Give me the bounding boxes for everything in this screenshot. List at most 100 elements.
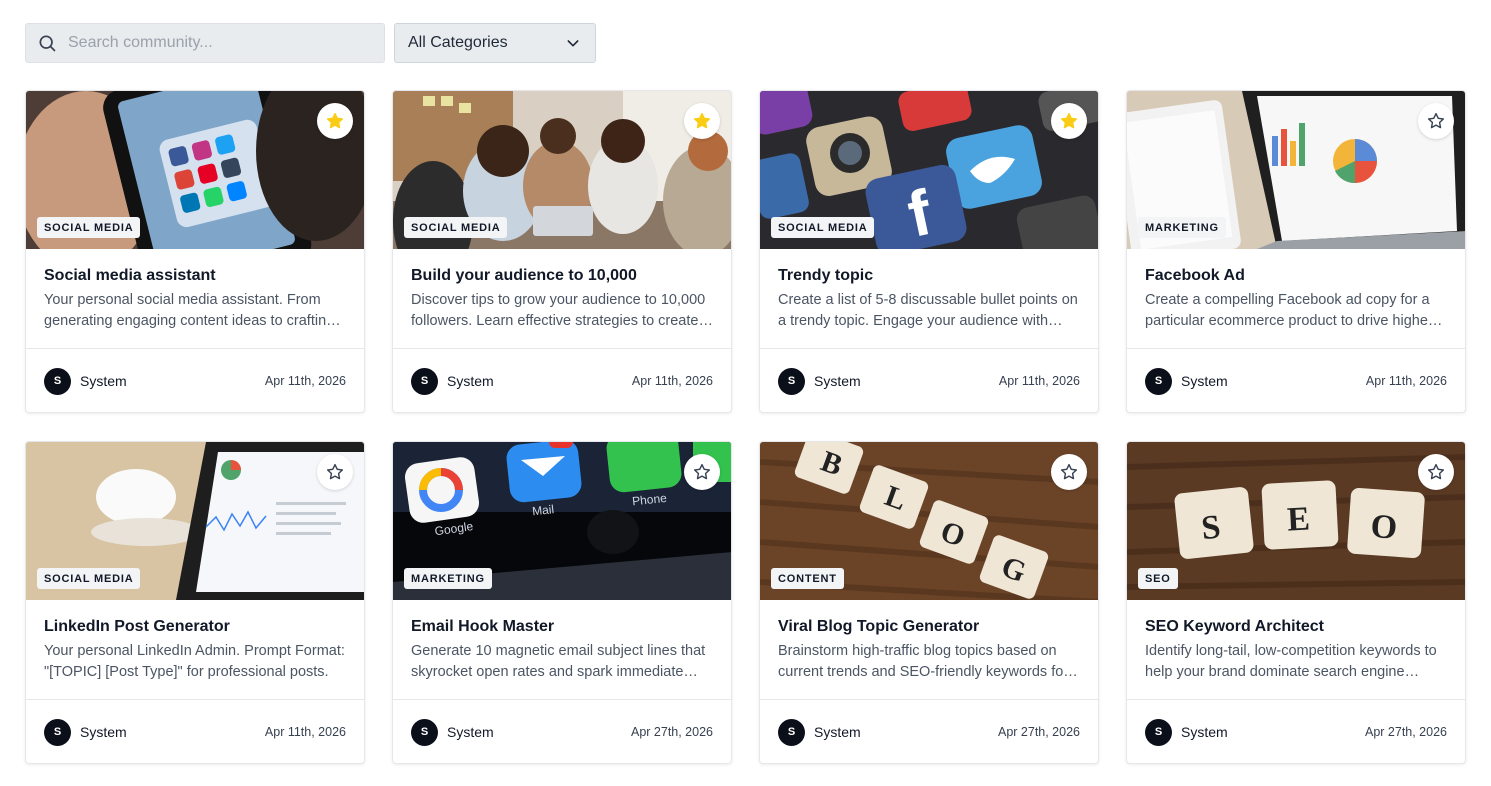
card-thumbnail: B L O G CONTENT xyxy=(760,442,1098,600)
favorite-button[interactable] xyxy=(317,454,353,490)
card-date: Apr 27th, 2026 xyxy=(1364,725,1447,739)
favorite-button[interactable] xyxy=(1418,103,1454,139)
card-footer: S System Apr 27th, 2026 xyxy=(760,700,1098,763)
card-title: SEO Keyword Architect xyxy=(1145,618,1325,635)
avatar: S xyxy=(1145,367,1172,395)
card-body: Facebook Ad Create a compelling Facebook… xyxy=(1127,249,1465,349)
card-date: Apr 11th, 2026 xyxy=(264,725,346,739)
card-title: Social media assistant xyxy=(44,267,216,284)
card-date: Apr 11th, 2026 xyxy=(264,374,346,388)
card-date: Apr 11th, 2026 xyxy=(998,374,1080,388)
card-footer: S System Apr 11th, 2026 xyxy=(393,349,731,412)
card-body: Social media assistant Your personal soc… xyxy=(26,249,364,349)
card-date: Apr 27th, 2026 xyxy=(997,725,1080,739)
svg-text:E: E xyxy=(1286,501,1311,539)
star-icon xyxy=(1427,463,1445,480)
avatar: S xyxy=(778,718,805,746)
prompt-card[interactable]: B L O G CONTENT Viral Blog Topic Generat… xyxy=(759,441,1099,764)
card-title: Facebook Ad xyxy=(1145,267,1245,284)
avatar: S xyxy=(411,367,438,395)
star-icon xyxy=(326,112,344,129)
category-select-value: All Categories xyxy=(408,34,508,51)
category-badge: SOCIAL MEDIA xyxy=(404,217,508,238)
card-thumbnail: SOCIAL MEDIA xyxy=(26,91,364,249)
author[interactable]: S System xyxy=(411,718,494,746)
prompt-card[interactable]: MARKETING Facebook Ad Create a compellin… xyxy=(1126,90,1466,413)
author-name: System xyxy=(80,373,127,389)
favorite-button[interactable] xyxy=(684,454,720,490)
author-name: System xyxy=(1181,724,1228,740)
card-description: Your personal social media assistant. Fr… xyxy=(44,292,335,329)
card-title: Trendy topic xyxy=(778,267,874,284)
author-name: System xyxy=(814,724,861,740)
category-badge: MARKETING xyxy=(404,568,492,589)
author[interactable]: S System xyxy=(778,367,861,395)
author-name: System xyxy=(80,724,127,740)
svg-text:Mail: Mail xyxy=(531,502,554,518)
author[interactable]: S System xyxy=(44,718,127,746)
favorite-button[interactable] xyxy=(1051,103,1087,139)
category-badge: MARKETING xyxy=(1138,217,1226,238)
favorite-button[interactable] xyxy=(1051,454,1087,490)
prompt-card[interactable]: Google Mail Phone MARKETING Email Hook M… xyxy=(392,441,732,764)
card-footer: S System Apr 11th, 2026 xyxy=(760,349,1098,412)
card-date: Apr 11th, 2026 xyxy=(1365,374,1447,388)
star-icon xyxy=(1427,112,1445,129)
card-description: Discover tips to grow your audience to 1… xyxy=(411,292,706,329)
avatar: S xyxy=(44,718,71,746)
card-date: Apr 27th, 2026 xyxy=(630,725,713,739)
star-icon xyxy=(1060,112,1078,129)
search-input[interactable] xyxy=(68,34,368,52)
card-footer: S System Apr 11th, 2026 xyxy=(1127,349,1465,412)
prompt-card[interactable]: SOCIAL MEDIA LinkedIn Post Generator You… xyxy=(25,441,365,764)
card-thumbnail: Google Mail Phone MARKETING xyxy=(393,442,731,600)
author[interactable]: S System xyxy=(44,367,127,395)
favorite-button[interactable] xyxy=(1418,454,1454,490)
author[interactable]: S System xyxy=(1145,718,1228,746)
card-date: Apr 11th, 2026 xyxy=(631,374,713,388)
card-body: Build your audience to 10,000 Discover t… xyxy=(393,249,731,349)
author-name: System xyxy=(447,373,494,389)
author-name: System xyxy=(814,373,861,389)
author[interactable]: S System xyxy=(1145,367,1228,395)
author[interactable]: S System xyxy=(411,367,494,395)
search-box[interactable] xyxy=(25,23,385,63)
avatar: S xyxy=(1145,718,1172,746)
category-select[interactable]: All Categories xyxy=(394,23,596,63)
prompt-card[interactable]: f SOCIAL MEDIA Trendy topic Create a lis… xyxy=(759,90,1099,413)
card-body: SEO Keyword Architect Identify long-tail… xyxy=(1127,600,1465,700)
card-footer: S System Apr 11th, 2026 xyxy=(26,700,364,763)
avatar: S xyxy=(411,718,438,746)
star-icon xyxy=(693,112,711,129)
favorite-button[interactable] xyxy=(684,103,720,139)
avatar: S xyxy=(44,367,71,395)
card-body: Email Hook Master Generate 10 magnetic e… xyxy=(393,600,731,700)
prompt-card[interactable]: S E O SEO SEO Keyword Architect Identify… xyxy=(1126,441,1466,764)
search-icon xyxy=(39,35,56,52)
category-badge: CONTENT xyxy=(771,568,844,589)
star-icon xyxy=(693,463,711,480)
card-thumbnail: S E O SEO xyxy=(1127,442,1465,600)
card-description: Your personal LinkedIn Admin. Prompt For… xyxy=(44,643,345,680)
card-thumbnail: SOCIAL MEDIA xyxy=(393,91,731,249)
toolbar: All Categories xyxy=(25,23,596,63)
favorite-button[interactable] xyxy=(317,103,353,139)
author[interactable]: S System xyxy=(778,718,861,746)
card-footer: S System Apr 11th, 2026 xyxy=(26,349,364,412)
author-name: System xyxy=(1181,373,1228,389)
prompt-grid: SOCIAL MEDIA Social media assistant Your… xyxy=(25,90,1466,764)
avatar: S xyxy=(778,367,805,395)
card-title: Viral Blog Topic Generator xyxy=(778,618,980,635)
chevron-down-icon xyxy=(567,40,579,47)
card-description: Create a compelling Facebook ad copy for… xyxy=(1145,292,1433,329)
category-badge: SEO xyxy=(1138,568,1178,589)
prompt-card[interactable]: SOCIAL MEDIA Build your audience to 10,0… xyxy=(392,90,732,413)
prompt-card[interactable]: SOCIAL MEDIA Social media assistant Your… xyxy=(25,90,365,413)
card-thumbnail: SOCIAL MEDIA xyxy=(26,442,364,600)
svg-text:O: O xyxy=(1369,508,1398,547)
card-footer: S System Apr 27th, 2026 xyxy=(1127,700,1465,763)
category-badge: SOCIAL MEDIA xyxy=(771,217,875,238)
card-body: Trendy topic Create a list of 5-8 discus… xyxy=(760,249,1098,349)
author-name: System xyxy=(447,724,494,740)
card-title: Build your audience to 10,000 xyxy=(411,267,637,284)
